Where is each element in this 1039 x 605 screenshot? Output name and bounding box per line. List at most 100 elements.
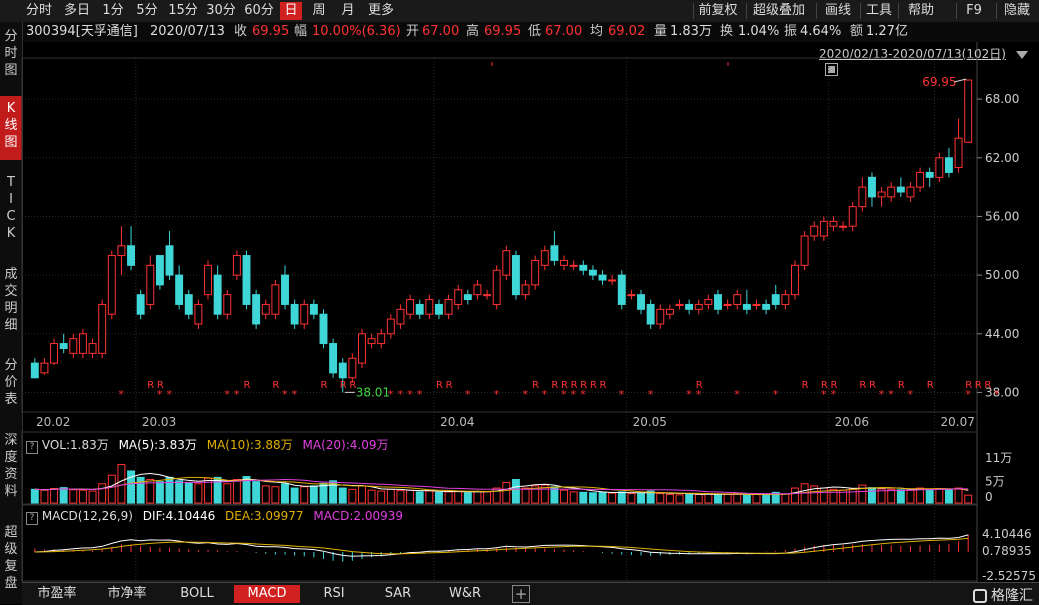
- volume-bar: [560, 489, 569, 504]
- volume-bar: [290, 487, 299, 504]
- indicator-tabbar: 市盈率 市净率 BOLL MACD RSI SAR W&R + 格隆汇: [22, 582, 1039, 605]
- price-tick-label: 68.00: [985, 92, 1019, 106]
- indicator-tab[interactable]: RSI: [304, 585, 364, 603]
- candle-body: [665, 308, 674, 315]
- date-tick-label: 20.05: [633, 415, 667, 429]
- candle-body: [916, 171, 925, 188]
- candle-body: [531, 259, 540, 286]
- volume-bar: [261, 485, 270, 504]
- candle-body: [781, 294, 790, 305]
- candle-body: [617, 274, 626, 305]
- volume-bar: [473, 490, 482, 504]
- question-icon[interactable]: ?: [26, 512, 38, 525]
- volume-bar: [281, 483, 289, 504]
- vol-ma10: MA(10):3.88万: [206, 438, 293, 452]
- candle-body: [829, 220, 838, 227]
- watermark-text: 格隆汇: [991, 588, 1033, 604]
- candle-body: [444, 299, 453, 315]
- volume-bar: [588, 492, 597, 504]
- volume-bar: [579, 491, 588, 504]
- candle-body: [925, 171, 934, 178]
- indicator-tab[interactable]: 市盈率: [24, 585, 90, 603]
- indicator-tab[interactable]: SAR: [368, 585, 428, 603]
- volume-bar: [685, 493, 694, 504]
- candle-body: [810, 225, 819, 237]
- star-marker: *: [465, 388, 471, 401]
- r-marker: R: [147, 380, 154, 391]
- star-marker: *: [888, 388, 894, 401]
- candle-body: [78, 333, 87, 354]
- candle-body: [136, 294, 145, 315]
- volume-bar: [444, 491, 453, 504]
- candle-body: [839, 225, 848, 228]
- star-marker: *: [292, 388, 298, 401]
- candle-body: [358, 333, 366, 364]
- volume-bar: [367, 489, 376, 504]
- indicator-tab[interactable]: MACD: [234, 585, 300, 603]
- candle-body: [300, 303, 309, 325]
- candle-body: [896, 186, 905, 193]
- price-panel-border: [21, 57, 978, 413]
- star-marker: *: [167, 388, 173, 401]
- volume-bar: [415, 491, 424, 504]
- r-marker: R: [244, 380, 251, 391]
- volume-bar: [59, 487, 68, 504]
- volume-bar: [386, 488, 395, 504]
- candle-body: [184, 294, 193, 315]
- candle-body: [762, 303, 771, 310]
- r-marker: R: [320, 380, 327, 391]
- candle-body: [685, 303, 694, 310]
- volume-bar: [396, 490, 405, 504]
- date-tick-label: 20.03: [142, 415, 176, 429]
- indicator-tab[interactable]: 市净率: [94, 585, 160, 603]
- star-marker: *: [494, 388, 500, 401]
- watermark-logo: 格隆汇: [972, 585, 1033, 605]
- volume-bar: [483, 491, 492, 504]
- candle-body: [213, 274, 222, 315]
- indicator-tab[interactable]: W&R: [432, 585, 498, 603]
- r-marker: R: [551, 380, 558, 391]
- vol-ma5: MA(5):3.83万: [118, 438, 197, 452]
- candle-body: [877, 191, 886, 198]
- r-marker: R: [975, 380, 982, 391]
- candle-body: [858, 186, 867, 208]
- macd-tick-label: 0.78935: [982, 544, 1032, 558]
- question-icon[interactable]: ?: [26, 441, 38, 454]
- candle-body: [733, 294, 742, 305]
- price-annotations: 69.95 38.01: [344, 62, 967, 399]
- volume-bar: [511, 479, 520, 504]
- add-tab-button[interactable]: +: [512, 585, 530, 603]
- r-marker: R: [869, 380, 876, 391]
- macd-name: MACD(12,26,9): [41, 509, 133, 523]
- volume-panel: 11万 5万0: [30, 451, 1012, 504]
- candle-body: [588, 269, 597, 276]
- indicator-tab[interactable]: BOLL: [164, 585, 230, 603]
- candle-body: [608, 279, 617, 282]
- r-marker: R: [272, 380, 279, 391]
- high-annotation: 69.95: [922, 75, 956, 89]
- candle-body: [396, 308, 405, 325]
- macd-tick-label: 4.10446: [982, 527, 1032, 541]
- volume-tick-label: 5万: [985, 475, 1005, 489]
- candle-body: [242, 255, 251, 305]
- volume-bar: [252, 481, 261, 504]
- macd-dif-line: [34, 534, 969, 557]
- star-marker: *: [224, 388, 230, 401]
- macd-legend: ? MACD(12,26,9) DIF:4.10446 DEA:3.09977 …: [26, 509, 403, 525]
- candle-body: [377, 333, 386, 345]
- volume-bar: [704, 493, 713, 504]
- candle-body: [146, 264, 155, 305]
- volume-bar: [848, 487, 857, 504]
- volume-tick-label: 11万: [985, 451, 1012, 465]
- volume-bar: [319, 482, 328, 504]
- candle-body: [329, 343, 338, 374]
- volume-bar: [656, 493, 665, 504]
- date-tick-label: 20.02: [36, 415, 70, 429]
- candle-body: [887, 186, 896, 198]
- volume-bar: [165, 476, 174, 504]
- star-marker: *: [561, 388, 567, 401]
- star-marker: *: [648, 388, 654, 401]
- volume-bar: [742, 494, 751, 504]
- candle-body: [406, 299, 415, 315]
- volume-bar: [358, 485, 366, 504]
